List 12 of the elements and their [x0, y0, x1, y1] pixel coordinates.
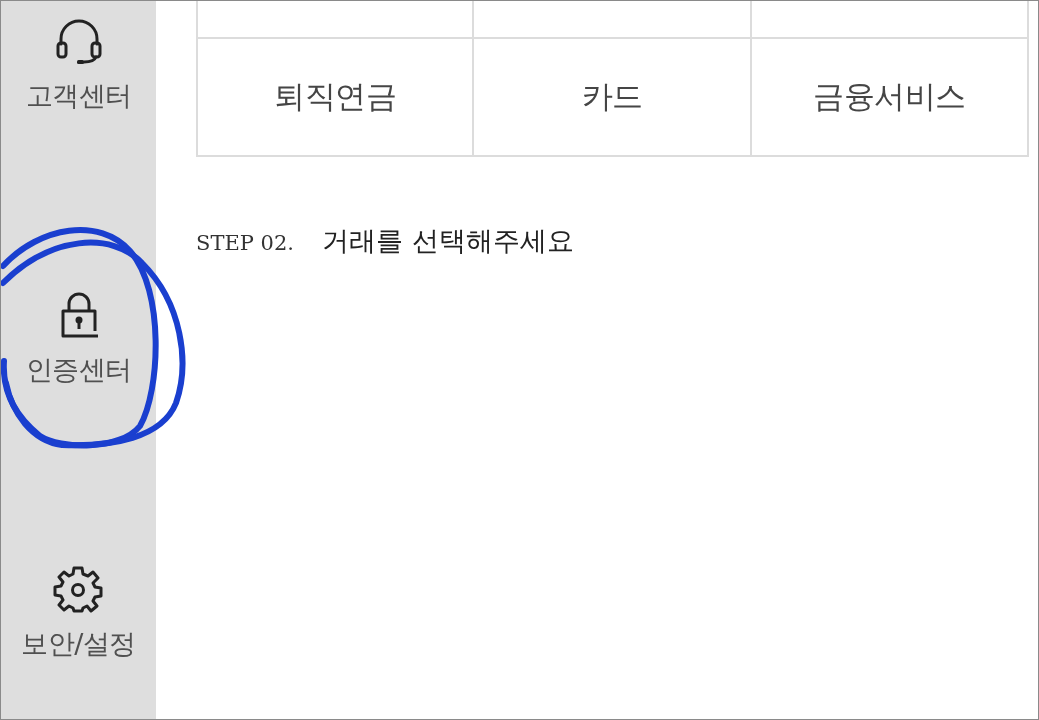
category-button[interactable] — [752, 1, 1029, 39]
step-title: 거래를 선택해주세요 — [321, 224, 574, 258]
settings-icon — [53, 565, 104, 613]
step-number: STEP 02. — [196, 231, 294, 255]
category-button[interactable] — [474, 1, 752, 39]
sidebar-item[interactable]: 보안/설정 — [21, 565, 136, 661]
category-button[interactable]: 금융서비스 — [752, 39, 1029, 157]
category-button[interactable] — [198, 1, 474, 39]
category-button[interactable]: 퇴직연금 — [198, 39, 474, 157]
sidebar-item[interactable]: 인증센터 — [25, 291, 132, 387]
sidebar-item[interactable]: 고객센터 — [25, 17, 132, 113]
category-button[interactable]: 카드 — [474, 39, 752, 157]
